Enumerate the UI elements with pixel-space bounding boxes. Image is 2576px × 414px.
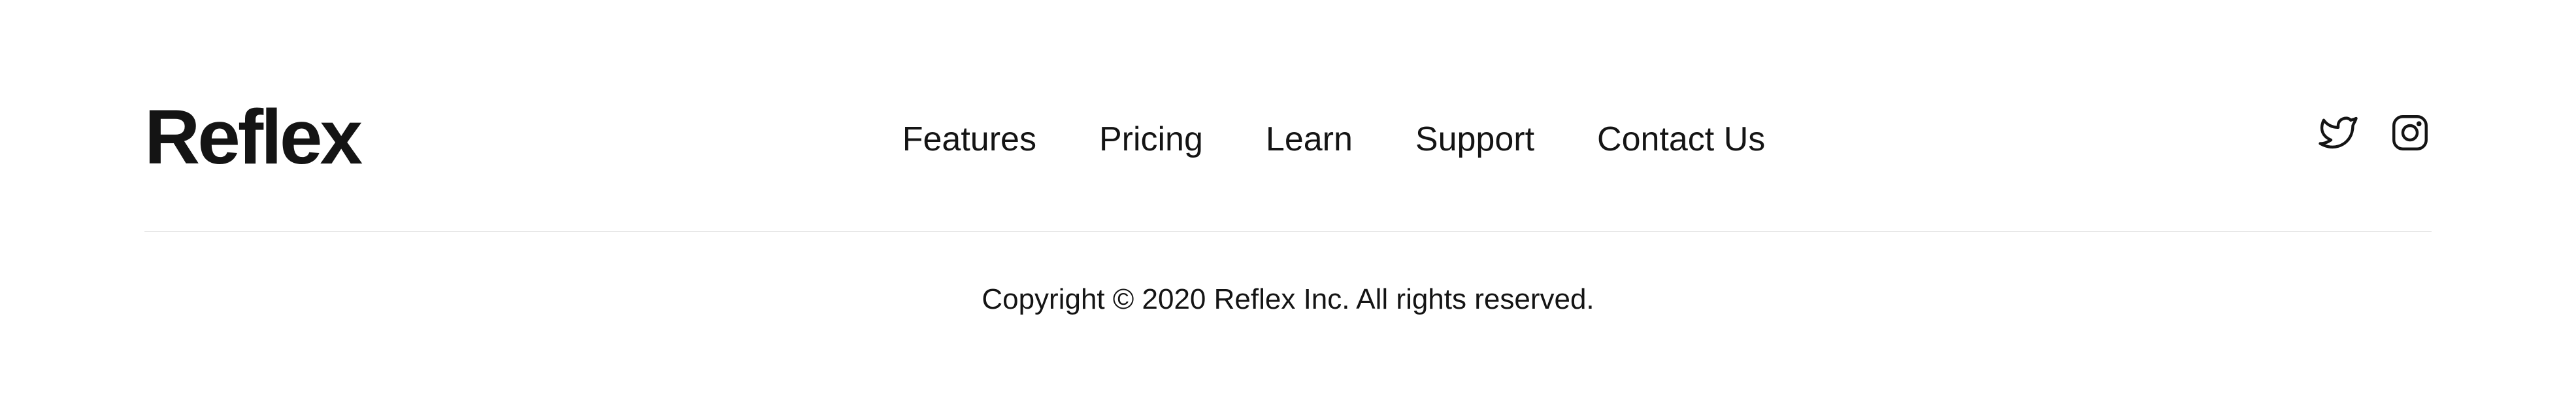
footer-divider [144, 231, 2432, 232]
nav-link-contact-us[interactable]: Contact Us [1597, 116, 1765, 162]
nav-link-learn[interactable]: Learn [1266, 116, 1353, 162]
social-links [2317, 111, 2432, 154]
site-footer: Reflex Features Pricing Learn Support Co… [0, 0, 2576, 414]
nav-link-support[interactable]: Support [1415, 116, 1534, 162]
instagram-link[interactable] [2388, 111, 2432, 154]
twitter-link[interactable] [2317, 111, 2360, 154]
copyright-text: Copyright © 2020 Reflex Inc. All rights … [982, 283, 1594, 315]
twitter-icon [2319, 116, 2358, 148]
footer-top-row: Reflex Features Pricing Learn Support Co… [144, 92, 2432, 190]
footer-nav: Features Pricing Learn Support Contact U… [144, 116, 2432, 162]
instagram-icon [2392, 115, 2428, 150]
nav-link-features[interactable]: Features [902, 116, 1036, 162]
nav-link-pricing[interactable]: Pricing [1099, 116, 1203, 162]
